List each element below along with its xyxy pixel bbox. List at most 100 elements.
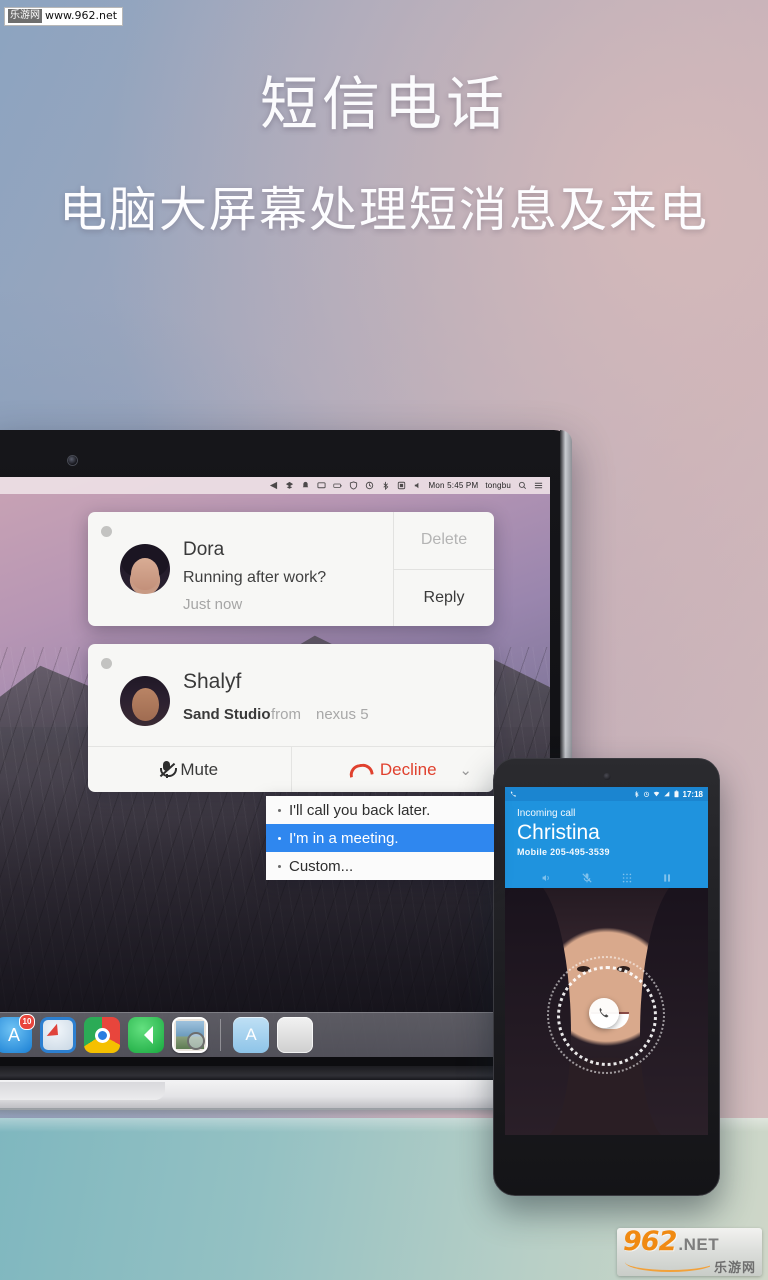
dock-item-applications-folder[interactable]: A xyxy=(233,1017,269,1053)
phone-clock: 17:18 xyxy=(682,789,703,799)
avatar xyxy=(120,676,170,726)
sms-notification-card[interactable]: Dora Running after work? Just now Delete… xyxy=(88,512,494,626)
site-watermark: 962 .NET 乐游网 xyxy=(617,1228,762,1276)
call-card-body: Shalyf Sand Studio from nexus 5 xyxy=(88,644,494,747)
battery-icon[interactable] xyxy=(332,481,342,490)
incoming-call-panel: Incoming call Christina Mobile 205-495-3… xyxy=(505,801,708,888)
watermark-tld: .NET xyxy=(678,1235,720,1254)
source-watermark-url: www.962.net xyxy=(45,9,118,22)
in-call-actions xyxy=(505,872,708,884)
sms-card-actions: Delete Reply xyxy=(393,512,494,626)
volume-icon[interactable] xyxy=(413,481,422,490)
mac-dock[interactable]: A 10 A xyxy=(0,1012,550,1057)
page-title: 短信电话 xyxy=(259,70,508,138)
laptop-base-shadow xyxy=(0,1108,575,1116)
menubar-user[interactable]: tongbu xyxy=(485,481,511,490)
incoming-caller-number: Mobile 205-495-3539 xyxy=(517,847,610,857)
phone-icon xyxy=(510,791,517,797)
mic-off-icon xyxy=(160,761,178,778)
delete-button[interactable]: Delete xyxy=(394,512,494,570)
mute-button[interactable]: Mute xyxy=(88,747,291,792)
dock-item-chrome[interactable] xyxy=(84,1017,120,1053)
app-store-badge: 10 xyxy=(19,1014,35,1030)
dialpad-icon[interactable] xyxy=(621,872,633,884)
phone-screen: 17:18 Incoming call Christina Mobile 205… xyxy=(505,787,708,1135)
avatar xyxy=(120,544,170,594)
reply-button[interactable]: Reply xyxy=(394,570,494,627)
status-icons-group: 17:18 xyxy=(633,790,703,799)
close-icon[interactable] xyxy=(101,526,112,537)
signal-icon xyxy=(663,791,669,797)
notification-bell-icon[interactable] xyxy=(301,481,310,490)
menu-item-call-back[interactable]: I'll call you back later. xyxy=(266,796,494,824)
bullet-icon xyxy=(278,864,281,868)
timemachine-icon[interactable] xyxy=(365,481,374,490)
input-source-icon[interactable] xyxy=(397,481,406,490)
menu-item-custom[interactable]: Custom... xyxy=(266,852,494,880)
close-icon[interactable] xyxy=(101,658,112,669)
caller-org: Sand Studio xyxy=(183,706,271,723)
menu-item-label: Custom... xyxy=(289,857,354,875)
webcam-icon xyxy=(68,456,77,465)
phone-earpiece xyxy=(603,773,610,780)
from-label: from xyxy=(271,706,301,723)
sms-sender-name: Dora xyxy=(183,539,225,560)
airplay-icon[interactable] xyxy=(269,481,278,490)
watermark-row-bottom: 乐游网 xyxy=(623,1257,756,1276)
dropbox-icon[interactable] xyxy=(285,481,294,490)
mac-menu-bar[interactable]: Mon 5:45 PM tongbu xyxy=(0,477,550,494)
bullet-icon xyxy=(278,808,281,812)
page-subtitle: 电脑大屏幕处理短消息及来电 xyxy=(58,182,709,238)
dock-item-trash[interactable] xyxy=(277,1017,313,1053)
sms-card-body: Dora Running after work? Just now xyxy=(88,512,393,626)
menu-item-label: I'm in a meeting. xyxy=(289,829,399,847)
incoming-caller-name: Christina xyxy=(517,821,600,844)
dock-item-app-store[interactable]: A 10 xyxy=(0,1014,35,1053)
decline-button[interactable]: Decline ⌄ xyxy=(290,747,495,792)
decline-label: Decline xyxy=(379,759,437,779)
control-center-icon[interactable] xyxy=(534,481,543,490)
mute-label: Mute xyxy=(180,759,219,779)
menu-item-in-meeting[interactable]: I'm in a meeting. xyxy=(266,824,494,852)
phone-device: 17:18 Incoming call Christina Mobile 205… xyxy=(493,758,720,1196)
phone-status-bar: 17:18 xyxy=(505,787,708,801)
swoosh-icon xyxy=(623,1262,710,1272)
bluetooth-icon[interactable] xyxy=(381,481,390,490)
mic-off-icon[interactable] xyxy=(581,872,593,884)
laptop-base-notch xyxy=(0,1082,165,1100)
source-watermark-badge: 乐游网 www.962.net xyxy=(4,7,124,26)
speaker-icon[interactable] xyxy=(541,872,553,884)
call-notification-card[interactable]: Shalyf Sand Studio from nexus 5 Mute Dec… xyxy=(88,644,494,792)
dock-item-safari[interactable] xyxy=(40,1017,76,1053)
caller-name: Shalyf xyxy=(183,670,242,693)
bullet-icon xyxy=(278,836,281,840)
dock-item-sparrow-mail[interactable] xyxy=(128,1017,164,1053)
display-icon[interactable] xyxy=(316,481,326,490)
phone-chin xyxy=(494,1137,719,1195)
sms-message-text: Running after work? xyxy=(183,569,327,586)
phone-answer-icon[interactable] xyxy=(589,998,619,1028)
dock-divider xyxy=(220,1019,221,1051)
pause-icon[interactable] xyxy=(661,872,673,884)
shield-icon[interactable] xyxy=(349,481,358,490)
watermark-row-top: 962 .NET xyxy=(623,1228,756,1255)
menu-item-label: I'll call you back later. xyxy=(289,801,431,819)
dock-item-preview[interactable] xyxy=(172,1017,208,1053)
chevron-down-icon[interactable]: ⌄ xyxy=(459,761,472,779)
source-watermark-cn: 乐游网 xyxy=(8,9,42,23)
caller-photo xyxy=(505,888,708,1135)
incoming-call-label: Incoming call xyxy=(517,808,576,819)
search-icon[interactable] xyxy=(518,481,527,490)
battery-icon xyxy=(674,790,679,798)
bluetooth-icon xyxy=(634,791,639,798)
quick-reply-menu[interactable]: I'll call you back later. I'm in a meeti… xyxy=(266,796,494,880)
source-device-name: nexus 5 xyxy=(316,706,369,723)
watermark-cn: 乐游网 xyxy=(713,1261,756,1276)
sms-timestamp: Just now xyxy=(183,596,243,613)
watermark-number: 962 xyxy=(623,1226,677,1257)
screenshot-stage: 乐游网 www.962.net 短信电话 电脑大屏幕处理短消息及来电 Mon 5… xyxy=(0,0,768,1280)
phone-hangup-icon xyxy=(348,761,374,778)
alarm-icon xyxy=(643,791,649,797)
call-card-actions: Mute Decline ⌄ xyxy=(88,747,494,792)
menubar-clock[interactable]: Mon 5:45 PM xyxy=(429,481,479,490)
